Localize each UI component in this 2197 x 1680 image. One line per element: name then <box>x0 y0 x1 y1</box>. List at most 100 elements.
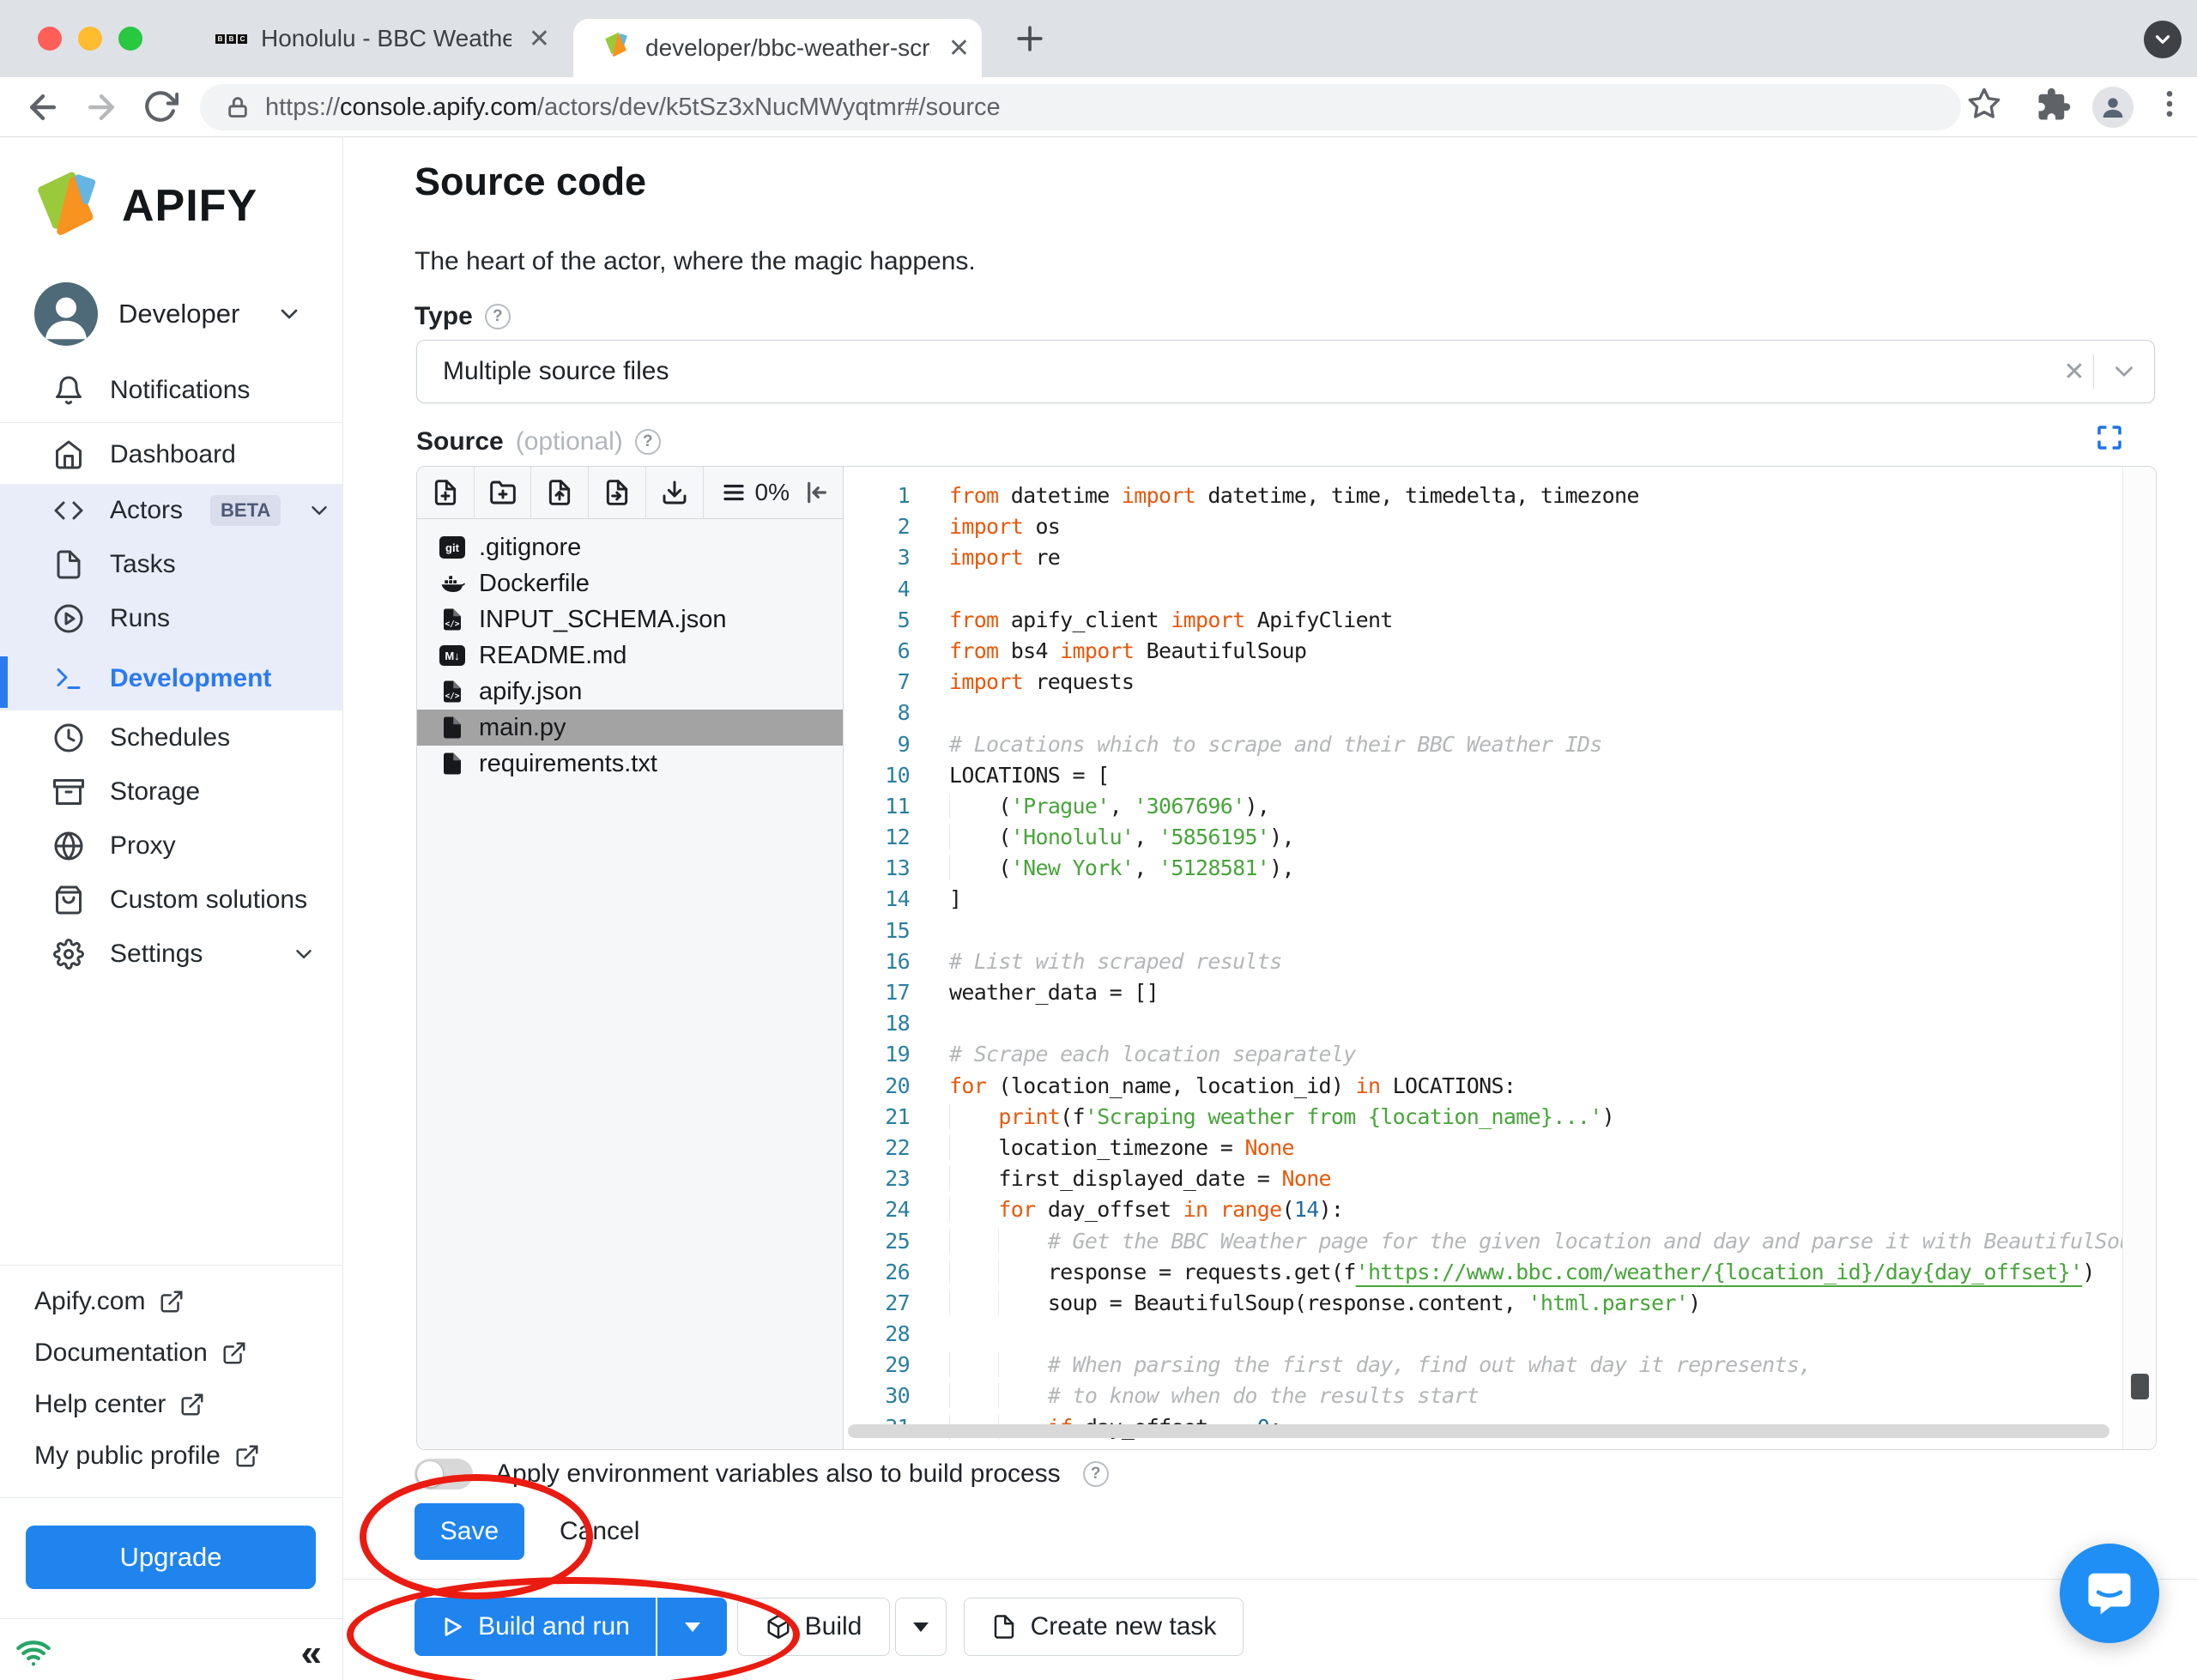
file-item-input-schema-json[interactable]: </> INPUT_SCHEMA.json <box>417 601 843 638</box>
zoom-level-control[interactable]: 0% <box>704 467 803 518</box>
divider <box>0 422 342 423</box>
download-button[interactable] <box>646 467 704 518</box>
help-icon[interactable]: ? <box>484 304 511 329</box>
file-item-requirements-txt[interactable]: requirements.txt <box>417 746 843 782</box>
close-tab-icon[interactable]: ✕ <box>945 33 982 63</box>
file-icon <box>439 715 465 740</box>
sidebar-item-settings[interactable]: Settings <box>0 928 342 981</box>
code-line: 24 for day_offset in range(14): <box>885 1197 1344 1223</box>
tab-bbc-weather[interactable]: BBC Honolulu - BBC Weather ✕ <box>185 0 562 77</box>
tab-overview-button[interactable] <box>2144 21 2182 58</box>
minimize-window-button[interactable] <box>78 27 102 51</box>
collapse-sidebar-button[interactable]: « <box>301 1632 322 1675</box>
sidebar-item-runs[interactable]: Runs <box>0 592 342 645</box>
code-editor[interactable]: 1 from datetime import datetime, time, ti… <box>844 467 2156 1449</box>
editor-vertical-scrollbar[interactable] <box>2122 467 2156 1449</box>
sidebar: APIFY Developer Notifications Dashboard … <box>0 137 343 1680</box>
sidebar-item-schedules[interactable]: Schedules <box>0 711 342 764</box>
browser-profile-avatar[interactable] <box>2092 87 2133 128</box>
code-line: 11 ('Prague', '3067696'), <box>885 793 1270 819</box>
code-line: 25 # Get the BBC Weather page for the gi… <box>885 1228 2123 1254</box>
annotation-circle-build-and-run <box>347 1577 800 1680</box>
back-icon[interactable] <box>24 88 62 126</box>
code-line: 18 <box>885 1011 910 1036</box>
file-item-main-py[interactable]: main.py <box>417 710 843 746</box>
chevron-down-icon[interactable] <box>2094 357 2154 386</box>
sidebar-item-tasks[interactable]: Tasks <box>0 538 342 591</box>
tab-title: developer/bbc-weather-scrape <box>645 34 931 61</box>
fullscreen-editor-icon[interactable] <box>2096 424 2123 451</box>
new-tab-button[interactable] <box>1011 20 1049 57</box>
window-controls[interactable] <box>38 27 142 51</box>
extensions-icon[interactable] <box>2036 87 2072 123</box>
scrollbar-thumb[interactable] <box>2131 1374 2149 1399</box>
file-list: git .gitignore Dockerfile </> INPUT_SCHE… <box>417 518 843 1449</box>
chevron-down-icon <box>296 950 312 958</box>
file-icon <box>439 751 465 777</box>
sidebar-item-custom-solutions[interactable]: Custom solutions <box>0 873 342 927</box>
maximize-window-button[interactable] <box>118 27 142 51</box>
env-vars-toggle-label: Apply environment variables also to buil… <box>495 1459 1061 1488</box>
external-link-icon <box>223 1342 245 1364</box>
file-item-gitignore[interactable]: git .gitignore <box>417 529 843 565</box>
tab-apify-console[interactable]: developer/bbc-weather-scrape ✕ <box>573 19 982 77</box>
source-type-select[interactable]: Multiple source files ✕ <box>416 340 2155 403</box>
sidebar-item-notifications[interactable]: Notifications <box>0 364 342 417</box>
code-line: 2 import os <box>897 514 1061 540</box>
wifi-status-icon <box>16 1641 51 1666</box>
code-line: 28 <box>885 1321 910 1347</box>
upgrade-button[interactable]: Upgrade <box>26 1526 316 1589</box>
reload-icon[interactable] <box>142 88 180 126</box>
source-optional-label: (optional) <box>515 427 623 456</box>
gear-icon <box>53 939 84 970</box>
help-icon[interactable]: ? <box>634 429 661 455</box>
account-switcher[interactable]: Developer <box>34 281 325 347</box>
sidebar-item-development[interactable]: Development <box>0 652 342 705</box>
new-file-button[interactable] <box>417 467 475 518</box>
external-link-icon <box>160 1290 183 1313</box>
code-line: 12 ('Honolulu', '5856195'), <box>885 825 1294 850</box>
sidebar-item-storage[interactable]: Storage <box>0 765 342 819</box>
close-window-button[interactable] <box>38 27 62 51</box>
source-editor-panel: 0% git .gitignore Dockerfile </> INPUT_S… <box>416 466 2157 1450</box>
sidebar-item-actors[interactable]: Actors BETA <box>0 484 342 537</box>
sidebar-item-proxy[interactable]: Proxy <box>0 819 342 873</box>
page-title: Source code <box>415 160 647 203</box>
create-new-task-button[interactable]: Create new task <box>964 1598 1244 1656</box>
import-file-button[interactable] <box>589 467 646 518</box>
editor-horizontal-scrollbar[interactable] <box>848 1424 2109 1438</box>
close-tab-icon[interactable]: ✕ <box>525 24 562 54</box>
file-item-apify-json[interactable]: </> apify.json <box>417 674 843 710</box>
upload-file-button[interactable] <box>531 467 590 518</box>
address-bar[interactable]: https://console.apify.com/actors/dev/k5t… <box>200 84 1961 130</box>
link-apify-com[interactable]: Apify.com <box>34 1277 185 1326</box>
help-icon[interactable]: ? <box>1082 1461 1109 1487</box>
forward-icon[interactable] <box>82 88 120 126</box>
code-line: 10 LOCATIONS = [ <box>885 762 1110 788</box>
collapse-file-pane-button[interactable] <box>803 467 843 518</box>
new-folder-button[interactable] <box>475 467 532 518</box>
page-subtitle: The heart of the actor, where the magic … <box>415 247 976 275</box>
build-dropdown-button[interactable] <box>895 1598 947 1656</box>
code-line: 14] <box>885 886 962 912</box>
bbc-favicon: BBC <box>215 33 247 44</box>
code-line: 30 # to know when do the results start <box>885 1383 1480 1409</box>
svg-text:</>: </> <box>445 692 460 701</box>
file-item-dockerfile[interactable]: Dockerfile <box>417 565 843 601</box>
link-help-center[interactable]: Help center <box>34 1380 205 1429</box>
apify-logo[interactable]: APIFY <box>31 168 257 244</box>
json-file-icon: </> <box>439 679 465 704</box>
lock-icon[interactable] <box>226 95 250 119</box>
file-item-readme-md[interactable]: M↓ README.md <box>417 638 843 674</box>
tab-title: Honolulu - BBC Weather <box>261 25 511 51</box>
browser-menu-icon[interactable] <box>2152 87 2187 121</box>
link-documentation[interactable]: Documentation <box>34 1328 247 1378</box>
divider <box>0 1265 342 1266</box>
apify-wordmark: APIFY <box>122 181 258 231</box>
clear-select-icon[interactable]: ✕ <box>2055 357 2093 387</box>
link-my-public-profile[interactable]: My public profile <box>34 1431 260 1481</box>
sidebar-item-dashboard[interactable]: Dashboard <box>0 428 342 481</box>
chat-widget-button[interactable] <box>2060 1544 2159 1643</box>
git-file-icon: git <box>439 536 465 559</box>
bookmark-star-icon[interactable] <box>1967 87 2001 121</box>
